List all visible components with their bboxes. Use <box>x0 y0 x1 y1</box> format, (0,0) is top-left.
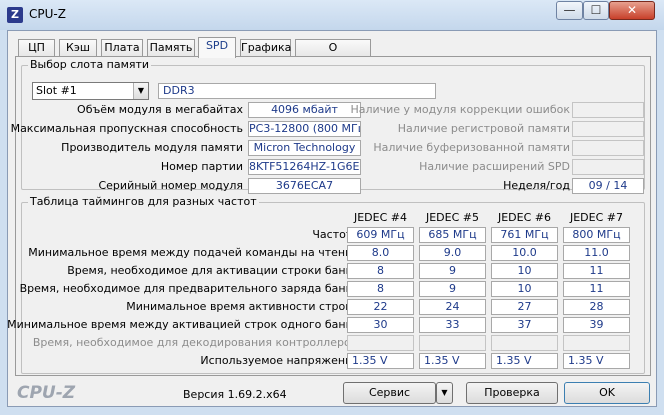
timings-group-title: Таблица таймингов для разных частот <box>28 195 259 208</box>
slot-group-title: Выбор слота памяти <box>28 58 152 71</box>
timing-row-label: Минимальное время между активацией строк… <box>7 318 359 331</box>
memory-type-field: DDR3 <box>158 83 436 99</box>
timings-group: Таблица таймингов для разных частот JEDE… <box>7 195 645 374</box>
slot-select-value: Slot #1 <box>36 84 77 97</box>
timing-row-label: Минимальное время между подачей команды … <box>28 246 359 259</box>
column-header-jedec7: JEDEC #7 <box>569 211 623 224</box>
timing-row-label: Время, необходимое для активации строки … <box>67 264 359 277</box>
close-button[interactable]: ✕ <box>609 1 655 20</box>
buffered-value <box>572 140 644 156</box>
timing-cell: 1.35 V <box>563 353 630 369</box>
timing-cell: 1.35 V <box>491 353 558 369</box>
timing-cell: 9.0 <box>419 245 486 261</box>
tab-about[interactable]: О программе <box>295 39 371 70</box>
timing-cell: 1.35 V <box>347 353 414 369</box>
timing-cell <box>347 335 414 351</box>
timing-cell: 30 <box>347 317 414 333</box>
manufacturer-value: Micron Technology <box>248 140 361 156</box>
timing-cell <box>563 335 630 351</box>
version-label: Версия 1.69.2.x64 <box>183 388 287 401</box>
timing-cell: 761 МГц <box>491 227 558 243</box>
tools-button[interactable]: Сервис <box>343 382 436 404</box>
maximize-icon: ☐ <box>590 3 602 17</box>
spd-ext-label: Наличие расширений SPD <box>419 160 570 173</box>
timing-cell: 27 <box>491 299 558 315</box>
timing-cell: 8 <box>347 263 414 279</box>
timing-cell: 1.35 V <box>419 353 486 369</box>
registered-value <box>572 121 644 137</box>
timing-cell: 28 <box>563 299 630 315</box>
timing-cell: 8 <box>347 281 414 297</box>
spd-panel: Выбор слота памяти Slot #1 ▼ DDR3 Объём … <box>7 56 651 376</box>
timing-cell: 24 <box>419 299 486 315</box>
timing-cell <box>491 335 558 351</box>
timing-cell: 10 <box>491 281 558 297</box>
timing-cell <box>419 335 486 351</box>
timing-cell: 39 <box>563 317 630 333</box>
spd-ext-value <box>572 159 644 175</box>
slot-selection-group: Выбор слота памяти Slot #1 ▼ DDR3 Объём … <box>11 58 645 194</box>
window-title: CPU-Z <box>29 7 66 21</box>
part-number-value: 8KTF51264HZ-1G6E1 <box>248 159 361 175</box>
manufacturer-label: Производитель модуля памяти <box>61 141 243 154</box>
week-year-label: Неделя/год <box>503 179 570 192</box>
part-number-label: Номер партии <box>160 160 243 173</box>
cpuz-app-icon: Z <box>7 7 23 23</box>
ecc-value <box>572 102 644 118</box>
tab-spd[interactable]: SPD <box>198 37 236 58</box>
column-header-jedec6: JEDEC #6 <box>497 211 551 224</box>
timing-cell: 37 <box>491 317 558 333</box>
timing-cell: 11.0 <box>563 245 630 261</box>
timing-cell: 22 <box>347 299 414 315</box>
timing-cell: 9 <box>419 263 486 279</box>
tab-mainboard[interactable]: Плата <box>101 39 143 57</box>
timing-cell: 10 <box>491 263 558 279</box>
column-header-jedec4: JEDEC #4 <box>353 211 407 224</box>
week-year-value: 09 / 14 <box>572 178 644 194</box>
timing-cell: 685 МГц <box>419 227 486 243</box>
timing-cell: 10.0 <box>491 245 558 261</box>
timing-row-label: Время, необходимое для предварительного … <box>19 282 359 295</box>
close-icon: ✕ <box>626 3 638 17</box>
timing-row-label: Используемое напряжение <box>200 354 359 367</box>
buffered-label: Наличие буферизованной памяти <box>373 141 570 154</box>
timing-cell: 8.0 <box>347 245 414 261</box>
tab-cache[interactable]: Кэш <box>59 39 97 57</box>
module-size-label: Объём модуля в мегабайтах <box>77 103 243 116</box>
minimize-button[interactable]: — <box>556 1 583 20</box>
max-bandwidth-label: Максимальная пропускная способность <box>10 122 243 135</box>
serial-number-value: 3676ECA7 <box>248 178 361 194</box>
timing-row-label: Время, необходимое для декодирования кон… <box>32 336 359 349</box>
chevron-down-icon[interactable]: ▼ <box>133 83 148 99</box>
column-header-jedec5: JEDEC #5 <box>425 211 479 224</box>
tools-dropdown-button[interactable]: ▼ <box>436 382 453 404</box>
minimize-icon: — <box>563 3 576 17</box>
max-bandwidth-value: PC3-12800 (800 МГц) <box>248 121 361 137</box>
serial-number-label: Серийный номер модуля <box>98 179 243 192</box>
validate-button[interactable]: Проверка <box>466 382 558 404</box>
chevron-down-icon: ▼ <box>441 388 448 397</box>
tab-cpu[interactable]: ЦП <box>18 39 55 57</box>
slot-select[interactable]: Slot #1 ▼ <box>32 82 149 100</box>
tab-graphics[interactable]: Графика <box>240 39 291 57</box>
timing-cell: 33 <box>419 317 486 333</box>
ok-button[interactable]: OK <box>564 382 650 404</box>
timing-cell: 11 <box>563 281 630 297</box>
title-bar: Z CPU-Z — ☐ ✕ <box>0 0 664 30</box>
timing-cell: 800 МГц <box>563 227 630 243</box>
window-client: ЦП Кэш Плата Память SPD Графика О програ… <box>7 30 657 407</box>
ecc-label: Наличие у модуля коррекции ошибок <box>350 103 570 116</box>
maximize-button[interactable]: ☐ <box>583 1 609 20</box>
module-size-value: 4096 мбайт <box>248 102 361 118</box>
tab-memory[interactable]: Память <box>147 39 195 57</box>
timing-cell: 609 МГц <box>347 227 414 243</box>
timing-cell: 9 <box>419 281 486 297</box>
timing-row-label: Минимальное время активности строки <box>126 300 359 313</box>
registered-label: Наличие регистровой памяти <box>397 122 570 135</box>
cpuz-logo: CPU-Z <box>17 383 76 403</box>
timing-cell: 11 <box>563 263 630 279</box>
